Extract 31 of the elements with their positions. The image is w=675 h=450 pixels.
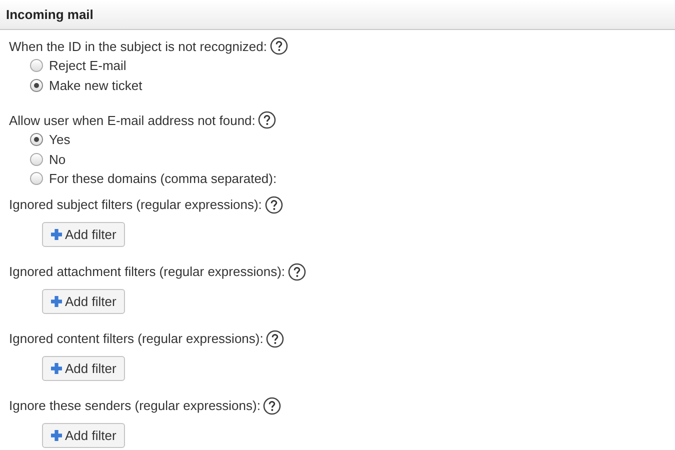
radio-button[interactable] xyxy=(30,59,43,72)
plus-icon xyxy=(51,228,62,240)
filter-label: Ignored attachment filters (regular expressions): xyxy=(9,264,286,279)
radio-button[interactable] xyxy=(30,78,43,92)
plus-icon xyxy=(51,430,62,440)
filter-label: Ignore these senders (regular expressions): xyxy=(9,398,260,413)
option-label[interactable]: Yes xyxy=(49,132,70,148)
help-icon[interactable] xyxy=(270,37,288,55)
help-icon[interactable] xyxy=(288,262,306,280)
help-icon[interactable] xyxy=(258,111,276,129)
add-filter-button[interactable]: Add filter xyxy=(42,288,126,314)
filter-label: Ignored subject filters (regular expressions): xyxy=(9,197,262,212)
option-label[interactable]: For these domains (comma separated): xyxy=(49,171,277,186)
section-title: Incoming mail xyxy=(6,7,94,22)
question-label: When the ID in the subject is not recognized: xyxy=(9,38,267,54)
radio-button[interactable] xyxy=(30,172,43,186)
question-label: Allow user when E-mail address not found: xyxy=(9,112,256,128)
option-label[interactable]: Make new ticket xyxy=(49,78,142,93)
add-filter-button[interactable]: Add filter xyxy=(42,356,126,380)
help-icon[interactable] xyxy=(264,196,283,214)
plus-icon xyxy=(51,362,62,374)
radio-button[interactable] xyxy=(30,152,43,166)
add-filter-button[interactable]: Add filter xyxy=(42,222,126,246)
option-label[interactable]: Reject E-mail xyxy=(49,58,126,74)
plus-icon xyxy=(51,296,62,306)
option-label[interactable]: No xyxy=(49,152,66,167)
add-filter-button[interactable]: Add filter xyxy=(42,422,126,448)
filter-label: Ignored content filters (regular expressions): xyxy=(9,331,264,346)
radio-button[interactable] xyxy=(30,133,43,146)
help-icon[interactable] xyxy=(266,330,284,348)
help-icon[interactable] xyxy=(263,396,282,414)
